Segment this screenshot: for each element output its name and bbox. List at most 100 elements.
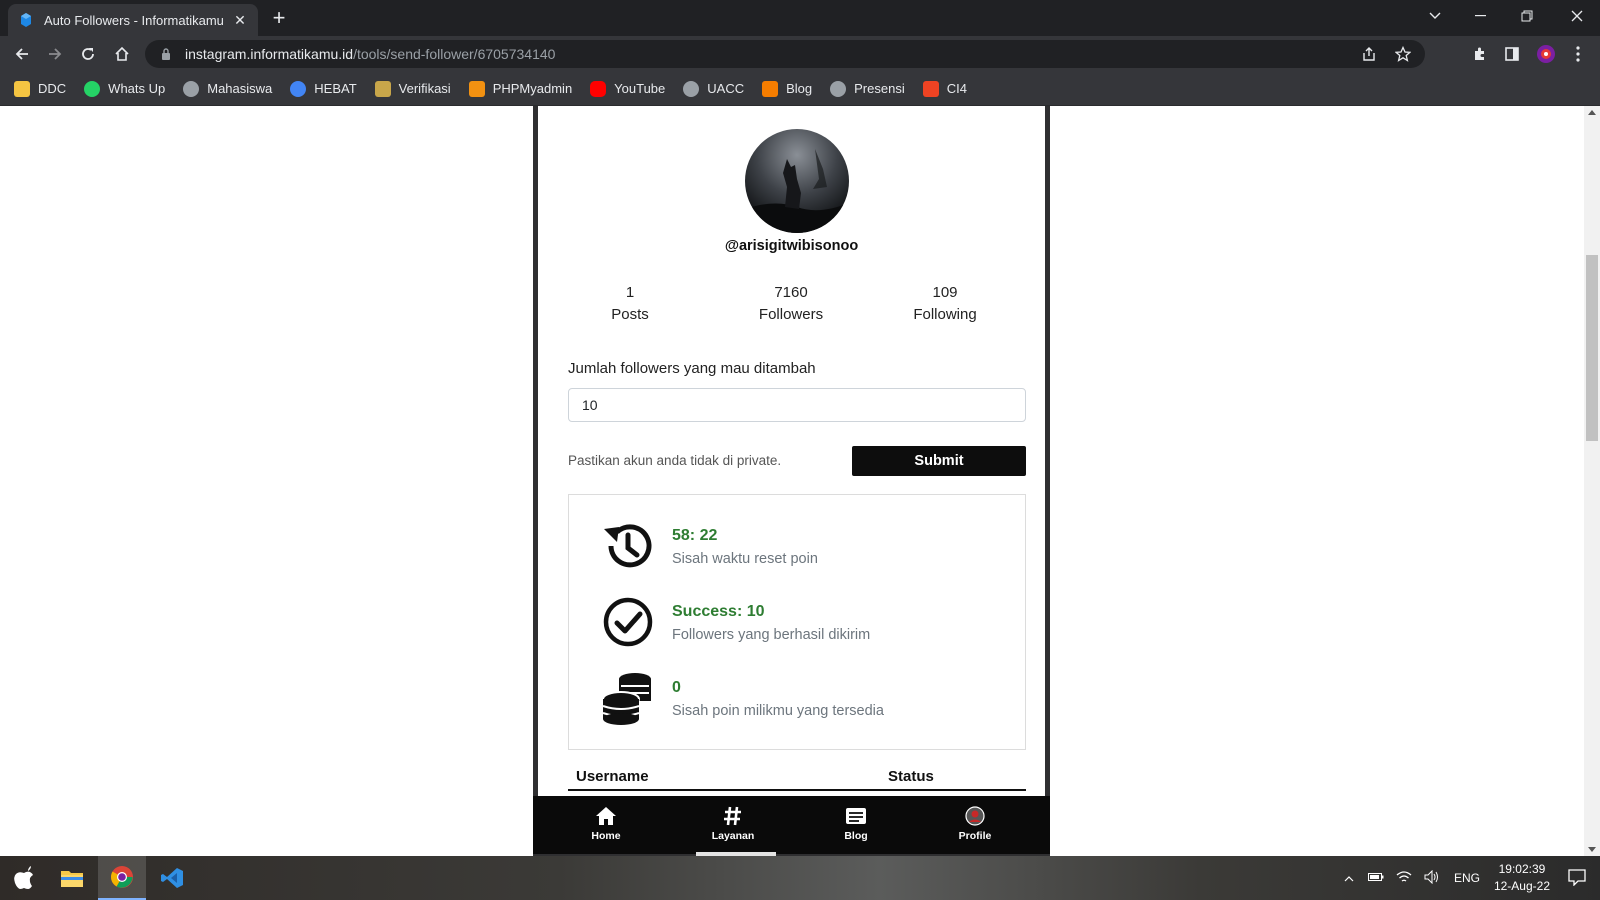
tab-title: Auto Followers - Informatikamu: [44, 12, 224, 28]
globe-icon: [830, 80, 847, 97]
nav-layanan[interactable]: Layanan: [693, 806, 773, 842]
table-header-status: Status: [888, 768, 934, 785]
garuda-icon: [374, 80, 391, 97]
home-icon: [596, 807, 616, 825]
language-indicator[interactable]: ENG: [1454, 871, 1480, 885]
mobile-frame: @arisigitwibisonoo 1 Posts 7160 Follower…: [533, 106, 1050, 856]
table-header-username: Username: [576, 768, 649, 785]
blog-icon: [846, 808, 866, 824]
profile-avatar-icon: [965, 806, 985, 826]
side-panel-icon[interactable]: [1500, 42, 1524, 66]
browser-tab-active[interactable]: Auto Followers - Informatikamu ✕: [8, 4, 258, 36]
bookmark-star-icon[interactable]: [1395, 46, 1411, 62]
reload-icon[interactable]: [76, 42, 100, 66]
submit-button[interactable]: Submit: [852, 446, 1026, 476]
bookmark-blog[interactable]: Blog: [762, 80, 812, 97]
vscode-icon[interactable]: [148, 856, 196, 900]
codeigniter-icon: [922, 80, 939, 97]
coins-icon: [602, 673, 651, 725]
battery-icon[interactable]: [1367, 871, 1384, 885]
check-circle-icon: [603, 597, 653, 647]
table-header-divider: [568, 789, 1026, 791]
close-window-icon[interactable]: [1554, 0, 1600, 32]
info-card: 58: 22 Sisah waktu reset poin Success: 1…: [568, 494, 1026, 750]
bookmark-hebat[interactable]: HEBAT: [290, 80, 357, 97]
reset-timer-value: 58: 22: [672, 527, 718, 544]
info-row-points: 0 Sisah poin milikmu yang tersedia: [599, 667, 999, 727]
history-icon: [604, 524, 652, 568]
info-row-reset-timer: 58: 22 Sisah waktu reset poin: [599, 515, 999, 575]
url-host: instagram.informatikamu.id: [185, 46, 354, 62]
clock[interactable]: 19:02:39 12-Aug-22: [1494, 861, 1550, 895]
os-taskbar: ENG 19:02:39 12-Aug-22: [0, 856, 1600, 900]
page-scrollbar[interactable]: [1584, 106, 1600, 856]
globe-icon: [683, 80, 700, 97]
profile-avatar: [745, 129, 849, 233]
profile-avatar-icon[interactable]: [1534, 42, 1558, 66]
info-row-success: Success: 10 Followers yang berhasil diki…: [599, 591, 999, 651]
volume-icon[interactable]: [1424, 869, 1440, 887]
bookmarks-bar: DDC Whats Up Mahasiswa HEBAT Verifikasi …: [0, 72, 1600, 106]
whatsapp-icon: [84, 80, 101, 97]
youtube-icon: [590, 80, 607, 97]
bottom-navigation: Home Layanan Blog Profile: [533, 796, 1050, 854]
followers-amount-label: Jumlah followers yang mau ditambah: [568, 360, 816, 377]
tab-close-icon[interactable]: ✕: [232, 12, 248, 28]
followers-amount-input[interactable]: [568, 388, 1026, 422]
browser-toolbar: instagram.informatikamu.id/tools/send-fo…: [0, 36, 1600, 72]
page-viewport: @arisigitwibisonoo 1 Posts 7160 Follower…: [0, 106, 1600, 856]
chrome-icon[interactable]: [98, 856, 146, 900]
private-account-note: Pastikan akun anda tidak di private.: [568, 453, 782, 468]
tray-chevron-up-icon[interactable]: [1344, 871, 1354, 885]
home-browser-icon[interactable]: [110, 42, 134, 66]
profile-username: @arisigitwibisonoo: [724, 238, 859, 254]
blogger-icon: [762, 80, 779, 97]
nav-profile[interactable]: Profile: [935, 806, 1015, 842]
bookmark-uacc[interactable]: UACC: [683, 80, 744, 97]
system-tray: ENG 19:02:39 12-Aug-22: [1344, 856, 1600, 900]
hashtag-icon: [724, 806, 741, 826]
address-bar[interactable]: instagram.informatikamu.id/tools/send-fo…: [145, 40, 1425, 68]
bookmark-mahasiswa[interactable]: Mahasiswa: [183, 80, 272, 97]
reset-timer-desc: Sisah waktu reset poin: [672, 551, 818, 567]
menu-kebab-icon[interactable]: [1566, 42, 1590, 66]
stat-following: 109 Following: [913, 284, 977, 323]
url-path: /tools/send-follower/6705734140: [353, 46, 556, 62]
share-icon[interactable]: [1361, 46, 1377, 62]
nav-blog[interactable]: Blog: [816, 806, 896, 842]
back-icon[interactable]: [10, 42, 34, 66]
scrollbar-thumb[interactable]: [1586, 255, 1598, 441]
clock-date: 12-Aug-22: [1493, 879, 1550, 893]
new-tab-button[interactable]: +: [268, 7, 290, 30]
bookmark-verifikasi[interactable]: Verifikasi: [374, 80, 451, 97]
bookmark-ci4[interactable]: CI4: [922, 80, 967, 97]
bookmark-whats-up[interactable]: Whats Up: [84, 80, 165, 97]
stat-posts: 1 Posts: [611, 284, 649, 323]
extensions-puzzle-icon[interactable]: [1468, 42, 1492, 66]
wifi-icon[interactable]: [1396, 870, 1412, 886]
browser-tab-bar: Auto Followers - Informatikamu ✕ +: [0, 0, 1600, 36]
forward-icon[interactable]: [43, 42, 67, 66]
stat-followers: 7160 Followers: [758, 284, 824, 323]
bookmark-youtube[interactable]: YouTube: [590, 80, 665, 97]
folder-icon: [14, 80, 30, 97]
notification-icon[interactable]: [1568, 868, 1586, 889]
points-value: 0: [672, 679, 681, 696]
globe-icon: [183, 80, 200, 97]
minimize-icon[interactable]: [1458, 0, 1504, 32]
hebat-icon: [290, 80, 307, 97]
restore-icon[interactable]: [1504, 0, 1550, 32]
bookmark-presensi[interactable]: Presensi: [830, 80, 905, 97]
success-desc: Followers yang berhasil dikirim: [672, 627, 871, 643]
lock-icon: [162, 48, 170, 60]
start-apple-icon[interactable]: [0, 856, 48, 900]
scroll-down-arrow-icon[interactable]: [1588, 847, 1596, 852]
clock-time: 19:02:39: [1498, 862, 1546, 876]
bookmark-ddc[interactable]: DDC: [14, 80, 66, 97]
nav-home[interactable]: Home: [566, 806, 646, 842]
tab-search-chevron-icon[interactable]: [1412, 0, 1458, 32]
file-explorer-icon[interactable]: [48, 856, 96, 900]
bookmark-phpmyadmin[interactable]: PHPMyadmin: [468, 80, 572, 97]
points-desc: Sisah poin milikmu yang tersedia: [672, 703, 884, 719]
scroll-up-arrow-icon[interactable]: [1588, 110, 1596, 115]
